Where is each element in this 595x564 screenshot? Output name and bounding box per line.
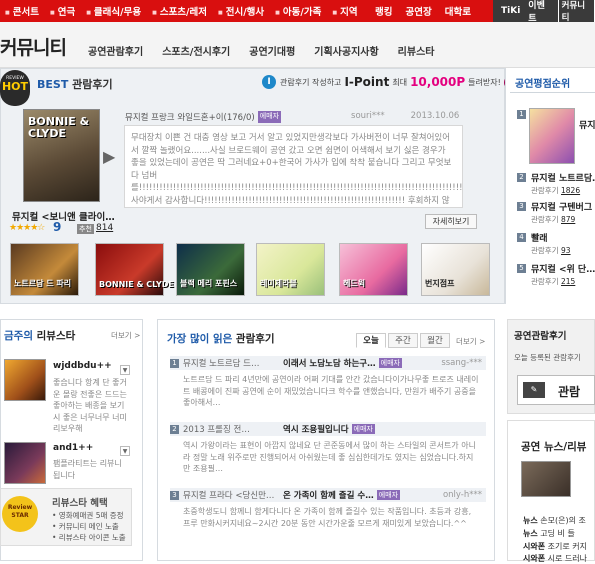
- nav-concert[interactable]: 콘서트: [5, 4, 39, 18]
- show-thumbnail[interactable]: BONNIE & CLYDE: [95, 243, 174, 296]
- service-menu: TiKi 이벤트 커뮤니티: [493, 0, 595, 25]
- review-date: 2013.10.06: [410, 111, 460, 121]
- review-star-title: 금주의 리뷰스타: [4, 330, 76, 342]
- rank1-poster[interactable]: [529, 108, 575, 164]
- table-row[interactable]: 1 뮤지컬 노트르담 드… 이래서 노담노담 하는구… 에매자 ssang-**…: [170, 356, 486, 370]
- performance-review-title: 공연관람후기: [514, 331, 567, 342]
- submenu-expectations[interactable]: 공연기대평: [249, 43, 295, 58]
- recommend-label: 추천: [77, 224, 94, 234]
- booker-badge: 에매자: [257, 111, 282, 123]
- tab-weekly[interactable]: 주간: [388, 333, 418, 348]
- review-star-icon: Review STAR: [2, 496, 38, 532]
- submenu-review-star[interactable]: 리뷰스타: [398, 43, 435, 58]
- divider: [510, 92, 595, 93]
- benefit-item: • 커뮤니티 메인 노출: [52, 522, 119, 531]
- ipoint-promo-banner[interactable]: I 관람후기 작성하고 I-Point 최대 10,000P 들려받자! GO: [262, 74, 517, 90]
- rating-ranking-title: 공연평점순위: [515, 79, 571, 90]
- nav-event[interactable]: 이벤트: [528, 0, 551, 24]
- benefit-item: • 리뷰스타 아이콘 노출: [52, 533, 126, 542]
- news-item[interactable]: 시와폰 조기로 커지: [523, 541, 587, 552]
- rank-item-review-count: 관람후기 93: [531, 246, 571, 255]
- show-thumbnail[interactable]: 블랙 메리 포핀스: [176, 243, 245, 296]
- review-excerpt[interactable]: 노트르담 드 파리 4년만에 공연이라 어쩌 기대를 안간 갔습니다이가나무좋 …: [183, 374, 479, 409]
- avatar[interactable]: [4, 442, 46, 484]
- rank-number: 4: [517, 233, 526, 242]
- news-item[interactable]: 시와폰 시로 드러나: [523, 553, 587, 564]
- tab-today[interactable]: 오늘: [356, 333, 386, 348]
- news-item[interactable]: 뉴스 손모(은)의 조: [523, 515, 586, 526]
- submenu-sports-exhibition-reviews[interactable]: 스포츠/전시후기: [162, 43, 230, 58]
- best-show-poster[interactable]: BONNIE & CLYDE: [23, 109, 100, 202]
- rank-item-review-count: 관람후기 215: [531, 277, 576, 286]
- nav-sports-leisure[interactable]: 스포츠/레저: [152, 4, 207, 18]
- most-read-title: 가장 많이 읽은 관람후기: [167, 333, 275, 345]
- news-item[interactable]: 뉴스 고딩 비 들: [523, 528, 575, 539]
- nav-daehakro[interactable]: 대학로: [445, 4, 471, 18]
- news-review-title: 공연 뉴스/리뷰: [521, 441, 587, 453]
- rank-item-name[interactable]: 뮤지컬 <위 단…: [531, 262, 595, 275]
- community-submenu: 공연관람후기 스포츠/전시후기 공연기대평 기획사공지사항 리뷰스타: [88, 43, 453, 58]
- nav-venue[interactable]: 공연장: [405, 4, 431, 18]
- show-thumbnail[interactable]: 번지점프: [421, 243, 490, 296]
- review-star-more-link[interactable]: 더보기 >: [111, 330, 140, 341]
- show-thumbnail[interactable]: 헤드윅: [339, 243, 408, 296]
- benefit-title: 리뷰스타 혜택: [52, 498, 108, 509]
- most-read-more-link[interactable]: 더보기 >: [456, 336, 485, 347]
- news-thumbnail[interactable]: [521, 461, 571, 497]
- benefit-item: • 영화예매권 5매 증정: [52, 511, 124, 520]
- chevron-down-icon[interactable]: ▼: [120, 446, 130, 456]
- nav-theater[interactable]: 연극: [50, 4, 75, 18]
- nav-classic-dance[interactable]: 클래식/무용: [86, 4, 141, 18]
- nav-kids-family[interactable]: 아동/가족: [275, 4, 321, 18]
- reviewer-name[interactable]: wjddbdu++: [53, 361, 112, 371]
- performance-review-desc: 오늘 등록된 관람후기: [514, 353, 581, 362]
- show-thumbnail[interactable]: 노트르담 드 파리: [10, 243, 79, 296]
- ipoint-icon: I: [262, 75, 276, 89]
- rank-item-name[interactable]: 뮤지컬 구텐버그: [531, 200, 592, 213]
- nav-ranking[interactable]: 랭킹: [375, 4, 392, 18]
- reviewer-comment: 팸플라티트는 리뷰니 됩니다: [53, 459, 122, 480]
- submenu-performance-reviews[interactable]: 공연관람후기: [88, 43, 143, 58]
- rank-item-review-count: 관람후기 879: [531, 215, 576, 224]
- rank-number: 5: [517, 264, 526, 273]
- best-show-title[interactable]: 뮤지컬 <보니앤 클라이…: [12, 209, 124, 223]
- show-thumbnail[interactable]: 레미제라블: [256, 243, 325, 296]
- review-excerpt[interactable]: 초중학생도니 함께니 함게다니다 온 가족이 함께 즐길수 있는 작품입니다. …: [183, 506, 479, 529]
- top-navigation-bar: 콘서트 연극 클래식/무용 스포츠/레저 전시/행사 아동/가족 지역 랭킹 공…: [0, 0, 595, 25]
- review-author: souri***: [351, 111, 385, 121]
- best-review-header: 뮤지컬 프랑크 와일드혼+이(176/0) 에매자 souri*** 2013.…: [125, 111, 461, 123]
- reviewer-comment: 좋습니다 항계 단 좋거 운 몰랑 전좋은 드드는 좋아하는 배종을 보기 시 …: [53, 378, 127, 433]
- nav-region[interactable]: 지역: [332, 4, 357, 18]
- review-hot-badge: REVIEW HOT: [0, 70, 30, 106]
- review-show-name[interactable]: 뮤지컬 프랑크 와일드혼+이(176/0): [125, 111, 255, 123]
- rank-item-name[interactable]: 뮤지…: [579, 118, 595, 131]
- secondary-menu: 랭킹 공연장 대학로: [375, 0, 484, 22]
- submenu-agency-notices[interactable]: 기획사공지사항: [314, 43, 378, 58]
- chevron-down-icon[interactable]: ▼: [120, 365, 130, 375]
- page-title: 커뮤니티: [0, 37, 67, 59]
- next-arrow-icon[interactable]: ▶: [103, 147, 117, 166]
- star-rating: ★★★★☆: [9, 223, 45, 233]
- nav-exhibition-event[interactable]: 전시/행사: [218, 4, 264, 18]
- nav-tiki[interactable]: TiKi: [501, 6, 520, 16]
- pencil-icon: ✎: [523, 382, 545, 398]
- best-review-title: BEST 관람후기: [37, 78, 113, 91]
- rank-item-name[interactable]: 뮤지컬 노트르담…: [531, 171, 595, 184]
- tab-monthly[interactable]: 월간: [420, 333, 450, 348]
- review-excerpt[interactable]: 역시 가왕이라는 표현이 아깝지 않네요 단 콘준동에서 많이 하는 스타일의 …: [183, 440, 479, 475]
- rank-number: 1: [517, 110, 526, 119]
- view-details-button[interactable]: 자세히보기: [425, 214, 477, 229]
- rating-score: 9: [53, 220, 62, 234]
- category-menu: 콘서트 연극 클래식/무용 스포츠/레저 전시/행사 아동/가족 지역: [0, 0, 364, 22]
- rank-number: 2: [517, 173, 526, 182]
- rank-number: 3: [517, 202, 526, 211]
- recommend-count[interactable]: 814: [96, 223, 113, 233]
- rank-item-review-count: 관람후기 1826: [531, 186, 581, 195]
- avatar[interactable]: [4, 359, 46, 401]
- rank-item-name[interactable]: 빨래: [531, 231, 548, 244]
- best-review-body[interactable]: 무대장치 이쁜 건 대충 영상 보고 거서 알고 있었지만생각보다 가사버전이 …: [124, 125, 463, 208]
- table-row[interactable]: 3 뮤지컬 프라다 <당신만… 온 가족이 함께 즐길 수… 에매자 only-…: [170, 488, 486, 502]
- reviewer-name[interactable]: and1++: [53, 443, 93, 453]
- table-row[interactable]: 2 2013 프롤징 전… 역시 조용필입니다 에매자: [170, 422, 486, 436]
